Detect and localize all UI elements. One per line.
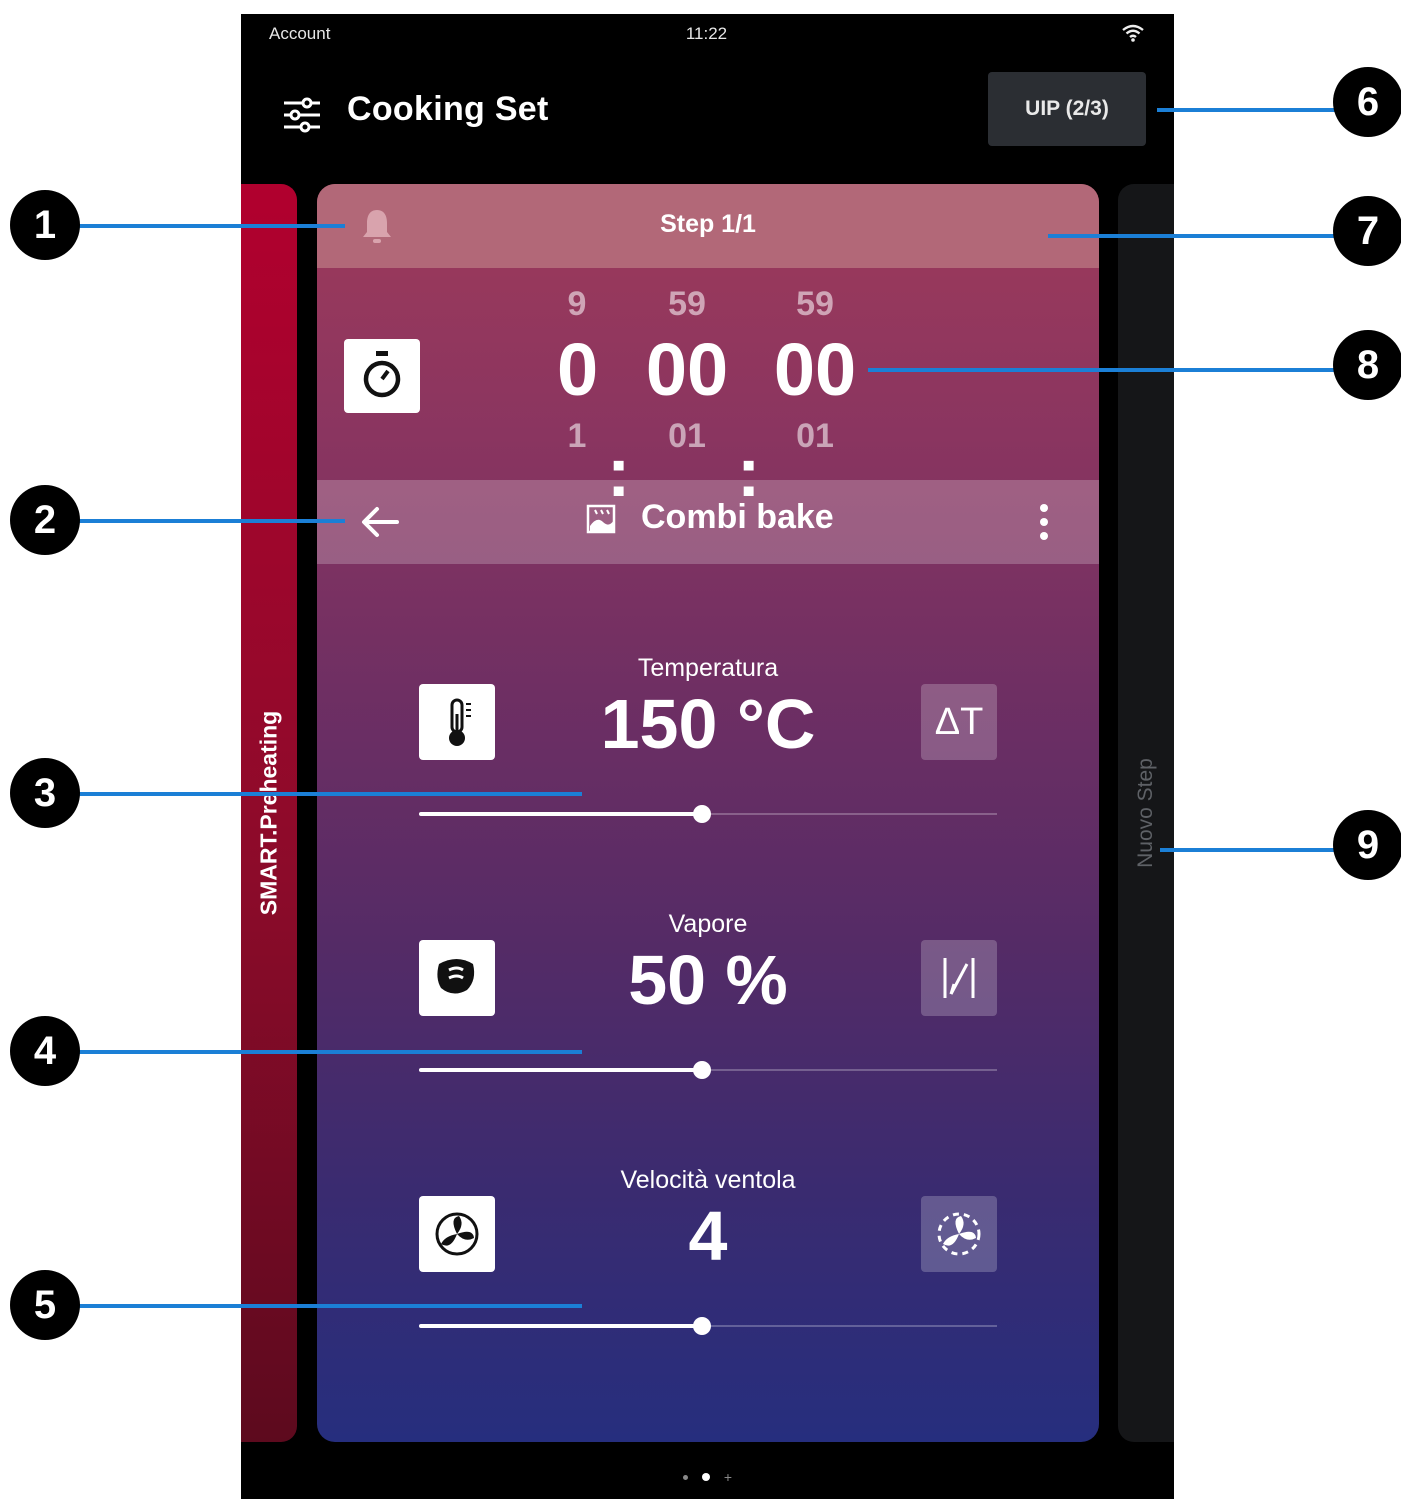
more-vertical-icon[interactable] [1037, 502, 1051, 542]
callout-line [1160, 848, 1348, 852]
seconds-next: 01 [796, 417, 834, 455]
preheating-panel[interactable]: SMART.Preheating [241, 184, 297, 1442]
callout-6: 6 [1333, 67, 1401, 137]
callout-4: 4 [10, 1016, 80, 1086]
slider-knob[interactable] [693, 1317, 712, 1335]
callout-line [70, 519, 345, 523]
arrow-left-icon[interactable] [357, 500, 403, 544]
wifi-icon [1122, 24, 1144, 42]
callout-2: 2 [10, 485, 80, 555]
callout-line [70, 1304, 582, 1308]
slider-knob[interactable] [693, 805, 712, 823]
callout-9: 9 [1333, 810, 1401, 880]
temperature-label: Temperatura [637, 654, 779, 682]
preheating-label: SMART.Preheating [255, 710, 282, 916]
callout-line [868, 368, 1348, 372]
page-indicator[interactable]: + [241, 1467, 1174, 1487]
temperature-slider[interactable] [419, 804, 997, 824]
cooking-step-card: Step 1/1 9 0 1 : 59 00 01 : 59 00 01 Com… [317, 184, 1099, 1442]
seconds-column[interactable]: 59 00 01 [767, 284, 863, 456]
slider-fill [419, 1324, 703, 1328]
seconds-value: 00 [773, 328, 857, 411]
mode-bar: Combi bake [317, 480, 1099, 564]
steam-label: Vapore [668, 910, 748, 938]
steam-control: Vapore 50 % [317, 910, 1099, 1130]
callout-7: 7 [1333, 196, 1401, 266]
hours-next: 1 [567, 417, 587, 455]
uip-button[interactable]: UIP (2/3) [988, 72, 1146, 146]
sliders-icon[interactable] [281, 94, 323, 136]
minutes-column[interactable]: 59 00 01 [639, 284, 735, 456]
slider-fill [419, 1068, 703, 1072]
hours-column[interactable]: 9 0 1 [557, 284, 599, 456]
combi-bake-icon [586, 504, 616, 534]
fan-pulse-icon[interactable] [921, 1196, 997, 1272]
status-bar: Account 11:22 [269, 24, 1144, 44]
callout-8: 8 [1333, 330, 1401, 400]
fan-speed-control: Velocità ventola 4 [317, 1166, 1099, 1386]
fan-speed-slider[interactable] [419, 1316, 997, 1336]
callout-line [1048, 234, 1348, 238]
temperature-control: Temperatura 150 °C ΔT [317, 654, 1099, 874]
clock: 11:22 [685, 24, 728, 43]
callout-line [1157, 108, 1347, 112]
minutes-next: 01 [668, 417, 706, 455]
callout-1: 1 [10, 190, 80, 260]
callout-5: 5 [10, 1270, 80, 1340]
slider-knob[interactable] [693, 1061, 712, 1079]
new-step-panel[interactable]: Nuovo Step [1118, 184, 1174, 1442]
seconds-prev: 59 [796, 285, 834, 323]
steam-slider[interactable] [419, 1060, 997, 1080]
hours-prev: 9 [567, 285, 587, 323]
humidity-control-icon[interactable] [921, 940, 997, 1016]
callout-line [70, 792, 582, 796]
callout-line [70, 1050, 582, 1054]
fan-speed-label: Velocità ventola [620, 1166, 796, 1194]
slider-fill [419, 812, 703, 816]
minutes-prev: 59 [668, 285, 706, 323]
delta-t-button[interactable]: ΔT [921, 684, 997, 760]
callout-3: 3 [10, 758, 80, 828]
timer-picker[interactable]: 9 0 1 : 59 00 01 : 59 00 01 [317, 284, 1099, 511]
add-page-symbol[interactable]: + [724, 1469, 732, 1485]
step-label: Step 1/1 [660, 210, 756, 238]
hours-value: 0 [557, 328, 599, 411]
account-label[interactable]: Account [269, 24, 330, 44]
page-title: Cooking Set [347, 90, 549, 128]
page-dot-active[interactable] [701, 1473, 710, 1481]
step-header: Step 1/1 [317, 184, 1099, 268]
oven-screen: Account 11:22 Cooking Set UIP (2/3) SMAR… [241, 14, 1174, 1499]
app-bar: Cooking Set UIP (2/3) [241, 72, 1174, 182]
minutes-value: 00 [645, 328, 729, 411]
callout-line [70, 224, 345, 228]
page-dot[interactable] [682, 1474, 688, 1480]
mode-label: Combi bake [641, 498, 834, 536]
new-step-label: Nuovo Step [1134, 758, 1157, 868]
